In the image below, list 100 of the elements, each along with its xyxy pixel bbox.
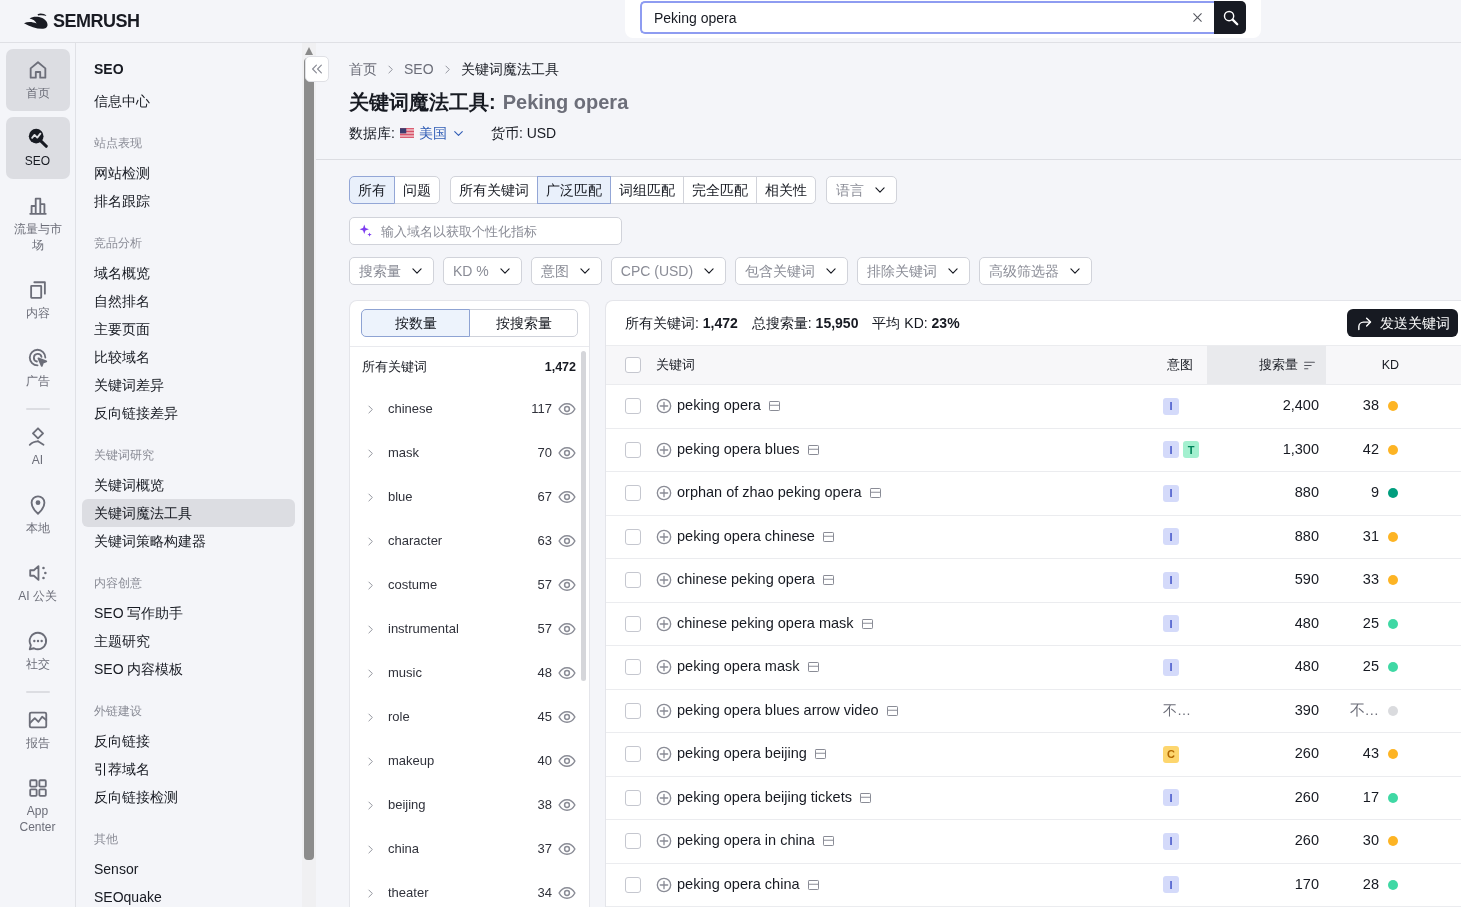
eye-icon[interactable] <box>558 620 576 638</box>
checkbox[interactable] <box>625 789 641 806</box>
chevron-right-icon[interactable] <box>365 667 376 679</box>
checkbox[interactable] <box>625 702 641 719</box>
column-header[interactable]: 关键词 <box>656 355 695 375</box>
chevron-right-icon[interactable] <box>365 623 376 635</box>
keyword-link[interactable]: peking opera in china <box>677 830 815 853</box>
menu-item[interactable]: 关键词概览 <box>82 471 295 499</box>
group-name[interactable]: costume <box>388 575 438 595</box>
filter-dropdown[interactable]: 高级筛选器 <box>979 257 1093 285</box>
clear-button[interactable] <box>1191 11 1204 24</box>
group-name[interactable]: makeup <box>388 751 435 771</box>
menu-item[interactable]: SEO 内容模板 <box>82 655 295 683</box>
window-icon[interactable] <box>806 661 820 674</box>
plus-circle-icon[interactable] <box>656 659 672 676</box>
rail-item[interactable]: SEO <box>5 117 70 179</box>
menu-item[interactable]: Sensor <box>82 855 295 883</box>
window-icon[interactable] <box>767 400 781 413</box>
column-header[interactable]: 意图 <box>1167 355 1193 375</box>
checkbox[interactable] <box>625 398 641 415</box>
rail-item[interactable]: App Center <box>5 767 70 845</box>
eye-icon[interactable] <box>558 708 576 726</box>
filter-dropdown[interactable]: 意图 <box>530 257 602 285</box>
menu-item[interactable]: 网站检测 <box>82 159 295 187</box>
filter-dropdown[interactable]: 包含关键词 <box>735 257 849 285</box>
plus-circle-icon[interactable] <box>656 485 672 502</box>
menu-item[interactable]: 域名概览 <box>82 259 295 287</box>
column-header[interactable]: 搜索量 <box>1207 346 1326 385</box>
chevron-right-icon[interactable] <box>365 491 376 503</box>
send-keywords-button[interactable]: 发送关键词 <box>1347 309 1458 338</box>
segment-button[interactable]: 相关性 <box>756 176 816 204</box>
keyword-link[interactable]: peking opera china <box>677 873 800 896</box>
chevron-right-icon[interactable] <box>365 887 376 899</box>
keyword-link[interactable]: orphan of zhao peking opera <box>677 482 862 505</box>
group-name[interactable]: mask <box>388 443 420 463</box>
chevron-right-icon[interactable] <box>365 711 376 723</box>
segment-button[interactable]: 广泛匹配 <box>537 176 611 204</box>
menu-item[interactable]: 关键词差异 <box>82 371 295 399</box>
window-icon[interactable] <box>858 791 872 804</box>
plus-circle-icon[interactable] <box>656 615 672 632</box>
group-name[interactable]: china <box>388 839 420 859</box>
eye-icon[interactable] <box>558 576 576 594</box>
rail-item[interactable]: AI <box>5 416 70 478</box>
toggle-button[interactable]: 按数量 <box>361 309 470 337</box>
column-header[interactable]: KD <box>1381 355 1399 375</box>
keyword-link[interactable]: peking opera mask <box>677 656 800 679</box>
eye-icon[interactable] <box>558 444 576 462</box>
chevron-right-icon[interactable] <box>365 447 376 459</box>
keyword-link[interactable]: peking opera beijing <box>677 743 807 766</box>
scrollbar[interactable] <box>302 43 316 907</box>
segment-button[interactable]: 词组匹配 <box>610 176 684 204</box>
menu-item[interactable]: SEOquake <box>82 883 295 907</box>
segment-button[interactable]: 所有 <box>349 176 395 204</box>
menu-item[interactable]: 自然排名 <box>82 287 295 315</box>
menu-item[interactable]: 反向链接差异 <box>82 399 295 427</box>
plus-circle-icon[interactable] <box>656 528 672 545</box>
menu-item[interactable]: 排名跟踪 <box>82 187 295 215</box>
eye-icon[interactable] <box>558 532 576 550</box>
group-name[interactable]: role <box>388 707 410 727</box>
plus-circle-icon[interactable] <box>656 746 672 763</box>
group-name[interactable]: theater <box>388 883 429 903</box>
search-field[interactable]: Peking opera <box>640 1 1214 34</box>
group-name[interactable]: character <box>388 531 443 551</box>
window-icon[interactable] <box>821 530 835 543</box>
eye-icon[interactable] <box>558 664 576 682</box>
checkbox[interactable] <box>625 485 641 502</box>
chevron-right-icon[interactable] <box>365 755 376 767</box>
rail-item[interactable]: 广告 <box>5 337 70 399</box>
toggle-button[interactable]: 按搜索量 <box>469 309 578 337</box>
scrollbar[interactable] <box>581 351 586 681</box>
plus-circle-icon[interactable] <box>656 441 672 458</box>
language-dropdown[interactable]: 语言 <box>826 176 897 204</box>
keyword-link[interactable]: chinese peking opera mask <box>677 612 854 635</box>
chevron-right-icon[interactable] <box>365 799 376 811</box>
plus-circle-icon[interactable] <box>656 572 672 589</box>
database-dropdown[interactable]: 美国 <box>418 123 465 143</box>
menu-item[interactable]: 反向链接 <box>82 727 295 755</box>
chevron-right-icon[interactable] <box>365 843 376 855</box>
keyword-link[interactable]: peking opera chinese <box>677 525 815 548</box>
menu-item[interactable]: 关键词策略构建器 <box>82 527 295 555</box>
group-name[interactable]: beijing <box>388 795 426 815</box>
filter-dropdown[interactable]: 搜索量 <box>349 257 434 285</box>
rail-item[interactable]: 流量与市场 <box>5 185 70 263</box>
eye-icon[interactable] <box>558 400 576 418</box>
keyword-link[interactable]: peking opera blues arrow video <box>677 699 879 722</box>
window-icon[interactable] <box>813 748 827 761</box>
plus-circle-icon[interactable] <box>656 876 672 893</box>
rail-item[interactable]: 社交 <box>5 620 70 682</box>
rail-item[interactable]: 首页 <box>5 49 70 111</box>
chevron-right-icon[interactable] <box>365 579 376 591</box>
search-button[interactable] <box>1214 1 1246 34</box>
window-icon[interactable] <box>821 574 835 587</box>
eye-icon[interactable] <box>558 796 576 814</box>
eye-icon[interactable] <box>558 840 576 858</box>
menu-item[interactable]: 比较域名 <box>82 343 295 371</box>
menu-item[interactable]: 关键词魔法工具 <box>82 499 295 527</box>
checkbox[interactable] <box>625 615 641 632</box>
checkbox[interactable] <box>625 659 641 676</box>
segment-button[interactable]: 所有关键词 <box>450 176 538 204</box>
keyword-link[interactable]: peking opera beijing tickets <box>677 786 852 809</box>
